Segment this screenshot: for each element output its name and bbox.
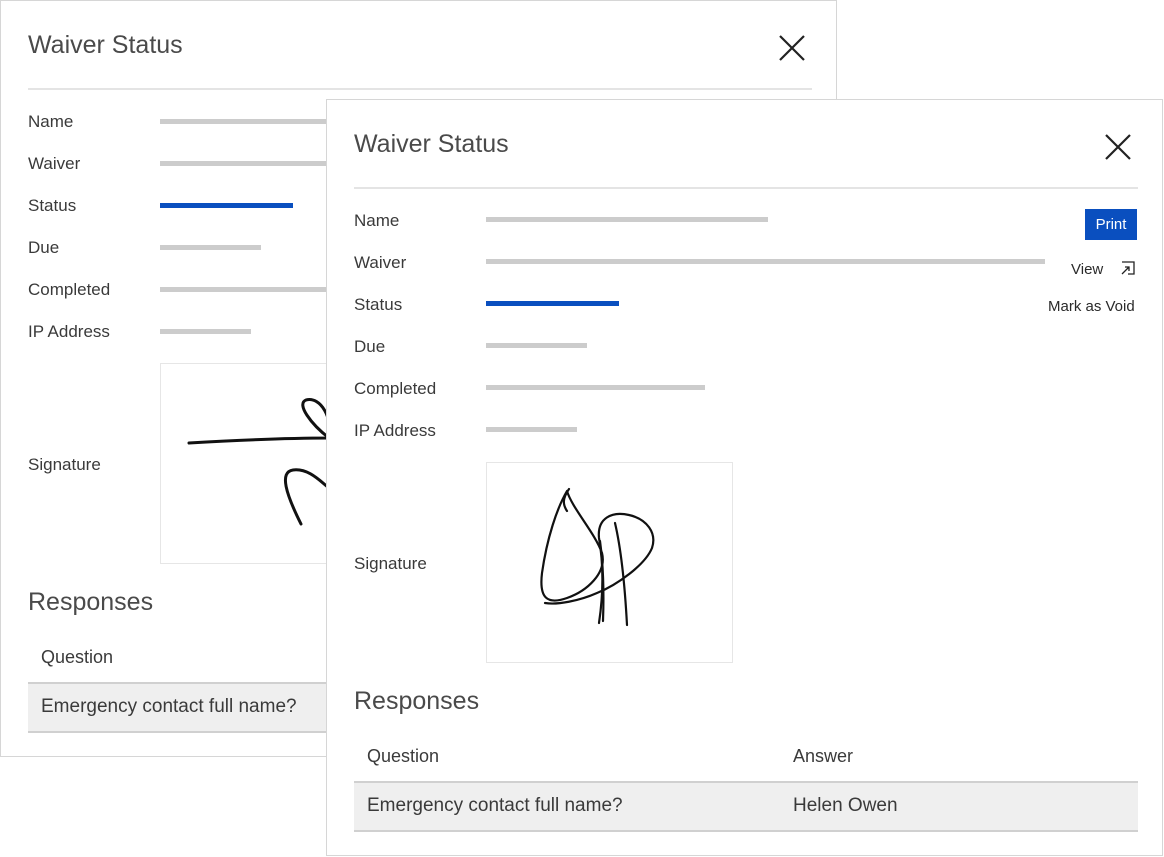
completed-label: Completed	[28, 280, 111, 299]
external-link-icon[interactable]	[1120, 260, 1136, 276]
status-value-indicator	[160, 203, 293, 208]
dialog-title: Waiver Status	[28, 31, 183, 59]
status-label: Status	[354, 295, 403, 314]
status-label: Status	[28, 196, 77, 215]
name-label: Name	[354, 211, 400, 230]
completed-value-placeholder	[486, 385, 705, 390]
completed-label: Completed	[354, 379, 437, 398]
question-cell: Emergency contact full name?	[41, 696, 297, 717]
print-button[interactable]: Print	[1085, 209, 1137, 240]
dialog-title: Waiver Status	[354, 130, 509, 158]
due-label: Due	[354, 337, 386, 356]
signature-label: Signature	[28, 455, 101, 474]
question-cell: Emergency contact full name?	[367, 795, 623, 816]
name-label: Name	[28, 112, 74, 131]
divider	[28, 88, 812, 90]
close-icon[interactable]	[777, 33, 807, 63]
name-value-placeholder	[486, 217, 768, 222]
waiver-value-placeholder	[486, 259, 1045, 264]
ip-address-value-placeholder	[486, 427, 577, 432]
due-label: Due	[28, 238, 60, 257]
close-icon[interactable]	[1103, 132, 1133, 162]
signature-label: Signature	[354, 554, 427, 573]
table-row: Emergency contact full name? Helen Owen	[354, 783, 1138, 832]
responses-heading: Responses	[354, 687, 480, 715]
ip-address-value-placeholder	[160, 329, 251, 334]
divider	[354, 187, 1138, 189]
signature-image	[486, 462, 733, 663]
waiver-status-dialog-front: Waiver Status Name Waiver Status Due Com…	[326, 99, 1163, 856]
column-header-question: Question	[367, 746, 440, 766]
view-link[interactable]: View	[1071, 261, 1103, 278]
responses-heading: Responses	[28, 588, 154, 616]
mark-as-void-link[interactable]: Mark as Void	[1048, 298, 1135, 315]
column-header-question: Question	[41, 647, 114, 667]
waiver-label: Waiver	[354, 253, 407, 272]
due-value-placeholder	[160, 245, 261, 250]
waiver-label: Waiver	[28, 154, 81, 173]
ip-address-label: IP Address	[354, 421, 436, 440]
column-header-answer: Answer	[793, 746, 854, 766]
ip-address-label: IP Address	[28, 322, 110, 341]
answer-cell: Helen Owen	[793, 795, 898, 816]
due-value-placeholder	[486, 343, 587, 348]
status-value-indicator	[486, 301, 619, 306]
